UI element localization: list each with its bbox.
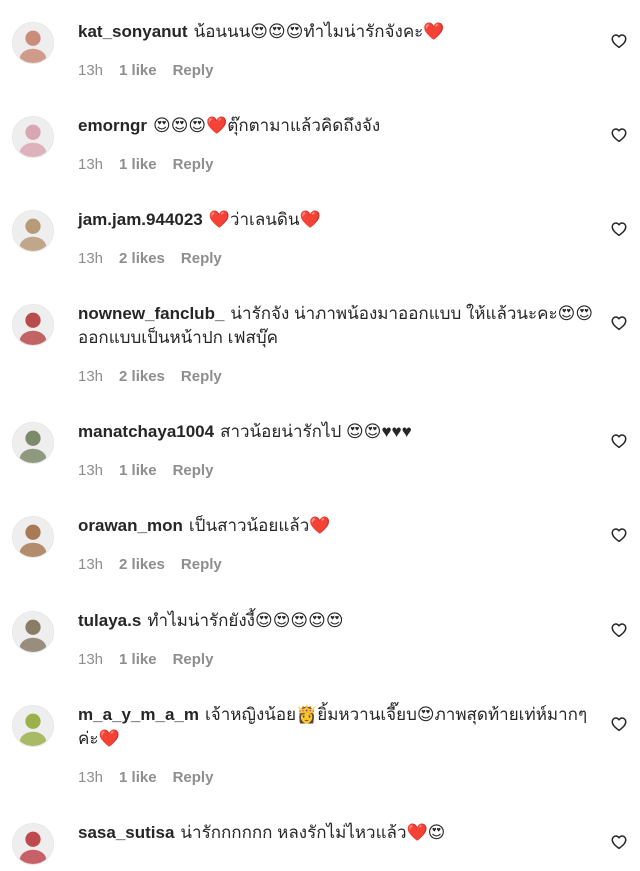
comment-username[interactable]: orawan_mon: [78, 516, 183, 535]
comment-timestamp: 13h: [78, 368, 104, 385]
comment-likes-count[interactable]: 1 like: [119, 62, 157, 79]
comment-likes-count[interactable]: 1 like: [119, 651, 157, 668]
comment-username[interactable]: nownew_fanclub_: [78, 304, 224, 323]
heart-outline-icon[interactable]: [610, 715, 628, 733]
comment-meta: 13h 1 like Reply: [78, 62, 598, 79]
comment-content: น้อนนน😍😍😍ทำไมน่ารักจังคะ❤️: [193, 22, 445, 41]
reply-button[interactable]: Reply: [181, 250, 222, 267]
comment-content: สาวน้อยน่ารักไป 😍😍♥♥♥: [220, 422, 412, 441]
heart-outline-icon[interactable]: [610, 833, 628, 851]
avatar[interactable]: [12, 705, 54, 747]
comment-text: manatchaya1004 สาวน้อยน่ารักไป 😍😍♥♥♥: [78, 420, 598, 444]
comment-text: orawan_mon เป็นสาวน้อยแล้ว❤️: [78, 514, 598, 538]
comment-timestamp: 13h: [78, 462, 104, 479]
comment-likes-count[interactable]: 2 likes: [119, 368, 165, 385]
comment-meta: 13h 2 likes Reply: [78, 250, 598, 267]
heart-outline-icon[interactable]: [610, 126, 628, 144]
comment-timestamp: 13h: [78, 556, 104, 573]
avatar[interactable]: [12, 422, 54, 464]
comment-content: น่ารักกกกกก หลงรักไม่ไหวแล้ว❤️😍: [180, 823, 446, 842]
comment-text: kat_sonyanut น้อนนน😍😍😍ทำไมน่ารักจังคะ❤️: [78, 20, 598, 44]
reply-button[interactable]: Reply: [173, 156, 214, 173]
comment-text: m_a_y_m_a_m เจ้าหญิงน้อย👸ยิ้มหวานเจี๊ยบ😍ภ…: [78, 703, 598, 751]
avatar[interactable]: [12, 210, 54, 252]
comment-timestamp: 13h: [78, 250, 104, 267]
comment-meta: 13h 2 likes Reply: [78, 556, 598, 573]
comment-meta: 13h 2 likes Reply: [78, 368, 598, 385]
comment-body: jam.jam.944023 ❤️ว่าเลนดิน❤️ 13h 2 likes Rep…: [78, 208, 598, 267]
comment-body: kat_sonyanut น้อนนน😍😍😍ทำไมน่ารักจังคะ❤️ 13…: [78, 20, 598, 79]
comment-body: emorngr 😍😍😍❤️ตุ๊กตามาแล้วคิดถึงจัง 13h 1 li…: [78, 114, 598, 173]
comment-body: m_a_y_m_a_m เจ้าหญิงน้อย👸ยิ้มหวานเจี๊ยบ😍ภ…: [78, 703, 598, 786]
comment-likes-count[interactable]: 1 like: [119, 462, 157, 479]
reply-button[interactable]: Reply: [173, 651, 214, 668]
comment-username[interactable]: tulaya.s: [78, 611, 141, 630]
comment-likes-count[interactable]: 1 like: [119, 769, 157, 786]
reply-button[interactable]: Reply: [181, 368, 222, 385]
reply-button[interactable]: Reply: [173, 62, 214, 79]
comment-text: tulaya.s ทำไมน่ารักยังงี้😍😍😍😍😍: [78, 609, 598, 633]
heart-outline-icon[interactable]: [610, 220, 628, 238]
comment-timestamp: 13h: [78, 651, 104, 668]
comment-body: orawan_mon เป็นสาวน้อยแล้ว❤️ 13h 2 likes Rep…: [78, 514, 598, 573]
comment-text: sasa_sutisa น่ารักกกกกก หลงรักไม่ไหวแล้ว❤…: [78, 821, 598, 845]
comment-body: nownew_fanclub_ น่ารักจัง น่าภาพน้องมาออก…: [78, 302, 598, 385]
comment-content: 😍😍😍❤️ตุ๊กตามาแล้วคิดถึงจัง: [152, 116, 381, 135]
comment-text: emorngr 😍😍😍❤️ตุ๊กตามาแล้วคิดถึงจัง: [78, 114, 598, 138]
comment-username[interactable]: jam.jam.944023: [78, 210, 203, 229]
comment-meta: 13h 1 like Reply: [78, 462, 598, 479]
comment-likes-count[interactable]: 2 likes: [119, 556, 165, 573]
heart-outline-icon[interactable]: [610, 621, 628, 639]
heart-outline-icon[interactable]: [610, 526, 628, 544]
comment-text: jam.jam.944023 ❤️ว่าเลนดิน❤️: [78, 208, 598, 232]
comment-username[interactable]: manatchaya1004: [78, 422, 214, 441]
avatar[interactable]: [12, 22, 54, 64]
avatar[interactable]: [12, 304, 54, 346]
reply-button[interactable]: Reply: [173, 462, 214, 479]
comment-username[interactable]: kat_sonyanut: [78, 22, 188, 41]
heart-outline-icon[interactable]: [610, 432, 628, 450]
avatar[interactable]: [12, 611, 54, 653]
comment-timestamp: 13h: [78, 156, 104, 173]
comment-content: ทำไมน่ารักยังงี้😍😍😍😍😍: [147, 611, 344, 630]
comment-content: ❤️ว่าเลนดิน❤️: [208, 210, 321, 229]
comment-username[interactable]: m_a_y_m_a_m: [78, 705, 199, 724]
comment-body: tulaya.s ทำไมน่ารักยังงี้😍😍😍😍😍 13h 1 like Re…: [78, 609, 598, 668]
comment-meta: 13h 1 like Reply: [78, 769, 598, 786]
comments-list: kat_sonyanut น้อนนน😍😍😍ทำไมน่ารักจังคะ❤️ 13…: [0, 0, 640, 871]
heart-outline-icon[interactable]: [610, 32, 628, 50]
comment-username[interactable]: emorngr: [78, 116, 147, 135]
comment-body: sasa_sutisa น่ารักกกกกก หลงรักไม่ไหวแล้ว❤…: [78, 821, 598, 845]
comment-username[interactable]: sasa_sutisa: [78, 823, 174, 842]
comment-timestamp: 13h: [78, 769, 104, 786]
comment-meta: 13h 1 like Reply: [78, 651, 598, 668]
comment-meta: 13h 1 like Reply: [78, 156, 598, 173]
comment-text: nownew_fanclub_ น่ารักจัง น่าภาพน้องมาออก…: [78, 302, 598, 350]
heart-outline-icon[interactable]: [610, 314, 628, 332]
avatar[interactable]: [12, 516, 54, 558]
comment-content: เป็นสาวน้อยแล้ว❤️: [188, 516, 331, 535]
avatar[interactable]: [12, 116, 54, 158]
reply-button[interactable]: Reply: [181, 556, 222, 573]
avatar[interactable]: [12, 823, 54, 865]
comment-likes-count[interactable]: 1 like: [119, 156, 157, 173]
comment-timestamp: 13h: [78, 62, 104, 79]
reply-button[interactable]: Reply: [173, 769, 214, 786]
comment-likes-count[interactable]: 2 likes: [119, 250, 165, 267]
comment-body: manatchaya1004 สาวน้อยน่ารักไป 😍😍♥♥♥ 13h 1 …: [78, 420, 598, 479]
